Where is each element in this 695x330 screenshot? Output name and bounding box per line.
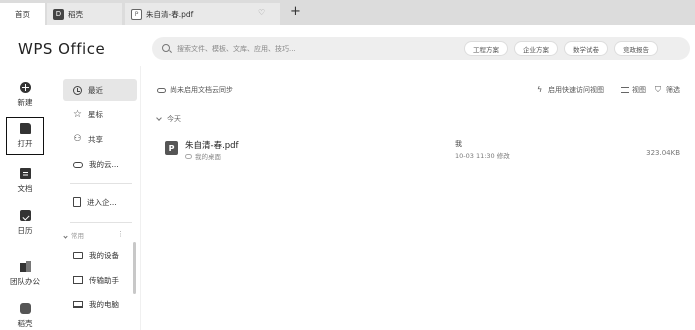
rail-new-label: 新建	[17, 98, 33, 107]
nav-enterprise-label: 进入企...	[87, 197, 117, 207]
search-chip[interactable]: 企业方案	[514, 41, 558, 56]
rail-open[interactable]: 打开	[6, 117, 44, 155]
tab-home[interactable]: 首页	[0, 3, 45, 25]
tab-pdf-label: 朱自清-春.pdf	[146, 9, 194, 19]
file-owner: 我	[455, 140, 462, 148]
nav-my-device-label: 我的设备	[89, 250, 119, 260]
quick-view-label: 启用快速访问视图	[548, 86, 604, 94]
filter-label: 筛选	[666, 86, 680, 94]
nav-my-computer[interactable]: 我的电脑	[63, 293, 137, 315]
cloud-icon	[73, 161, 83, 168]
search-chip[interactable]: 数学试卷	[564, 41, 608, 56]
pdf-file-icon: P	[165, 141, 178, 155]
common-group-label: 常用	[71, 232, 84, 240]
nav-recent-label: 最近	[88, 85, 103, 95]
file-location-label: 我的桌面	[195, 153, 221, 161]
cloud-icon	[185, 153, 192, 159]
file-row[interactable]: P 朱自清-春.pdf 我的桌面 我 10-03 11:30 修改 323.04…	[145, 130, 690, 166]
view-button[interactable]: 视图	[621, 85, 646, 95]
enterprise-icon	[73, 197, 81, 207]
team-icon	[19, 261, 31, 272]
nav-scrollbar[interactable]	[133, 242, 136, 294]
divider	[70, 183, 132, 184]
document-icon	[19, 168, 31, 179]
folder-icon	[19, 123, 31, 134]
search-chip[interactable]: 工程方案	[464, 41, 508, 56]
nav-shared[interactable]: ⚇ 共享	[63, 128, 137, 150]
common-group-header[interactable]: 常用	[63, 230, 84, 240]
search-bar[interactable]: 搜索文件、模板、文库、应用、技巧... 工程方案 企业方案 数学试卷 竞政报告	[152, 37, 690, 60]
tab-pdf-document[interactable]: P 朱自清-春.pdf ♡	[125, 3, 280, 25]
doke-icon: D	[53, 8, 64, 20]
filter-icon: ⛉	[655, 85, 661, 94]
nav-my-computer-label: 我的电脑	[89, 299, 119, 309]
star-icon: ☆	[73, 108, 82, 120]
search-chip[interactable]: 竞政报告	[614, 41, 658, 56]
file-modified: 10-03 11:30 修改	[455, 152, 510, 160]
quick-view-button[interactable]: ϟ 启用快速访问视图	[537, 85, 604, 95]
nav-my-cloud[interactable]: 我的云...	[63, 153, 137, 175]
rail-doke-label: 稻壳	[17, 319, 33, 328]
search-icon	[162, 44, 170, 52]
new-tab-button[interactable]: +	[290, 4, 301, 19]
share-icon: ⚇	[73, 133, 82, 144]
rail-open-label: 打开	[17, 139, 33, 148]
cloud-sync-label: 尚未启用文档云同步	[170, 86, 233, 94]
computer-icon	[73, 300, 83, 308]
divider	[70, 222, 132, 223]
nav-enterprise[interactable]: 进入企...	[63, 191, 137, 213]
more-icon[interactable]: ⋮	[117, 230, 124, 238]
chevron-down-icon	[63, 234, 68, 239]
rail-doke[interactable]: 稻壳	[4, 303, 46, 329]
tab-home-label: 首页	[15, 9, 30, 19]
doke-icon	[19, 303, 31, 314]
clock-icon	[73, 85, 82, 95]
device-icon	[73, 251, 83, 259]
plus-circle-icon	[19, 82, 31, 93]
nav-starred-label: 星标	[88, 109, 103, 119]
nav-shared-label: 共享	[88, 134, 103, 144]
rail-calendar-label: 日历	[17, 226, 33, 235]
filter-button[interactable]: ⛉ 筛选	[655, 85, 680, 95]
nav-recent[interactable]: 最近	[63, 79, 137, 101]
rail-docs[interactable]: 文档	[4, 168, 46, 194]
transfer-icon	[73, 276, 83, 284]
lightning-icon: ϟ	[537, 85, 543, 94]
group-today-header[interactable]: 今天	[156, 114, 181, 124]
view-label: 视图	[632, 86, 646, 94]
tab-doke[interactable]: D 稻壳	[47, 3, 122, 25]
list-view-icon	[621, 87, 629, 93]
rail-docs-label: 文档	[17, 184, 33, 193]
tab-bar: 首页 D 稻壳 P 朱自清-春.pdf ♡ +	[0, 0, 695, 25]
nav-transfer-label: 传输助手	[89, 275, 119, 285]
divider	[140, 66, 141, 330]
file-location: 我的桌面	[185, 151, 221, 161]
pdf-icon: P	[131, 8, 142, 20]
file-name[interactable]: 朱自清-春.pdf	[185, 139, 239, 151]
nav-transfer[interactable]: 传输助手	[63, 269, 137, 291]
cloud-icon	[157, 87, 166, 93]
nav-my-device[interactable]: 我的设备	[63, 244, 137, 266]
calendar-icon	[19, 210, 31, 221]
group-today-label: 今天	[167, 115, 181, 123]
cloud-sync-notice[interactable]: 尚未启用文档云同步	[157, 85, 233, 95]
nav-my-cloud-label: 我的云...	[89, 159, 119, 169]
rail-team-label: 团队办公	[10, 277, 40, 286]
rail-new[interactable]: 新建	[4, 82, 46, 108]
chevron-down-icon	[156, 115, 162, 121]
rail-calendar[interactable]: 日历	[4, 210, 46, 236]
wps-logo: WPS Office	[18, 40, 106, 58]
rail-team[interactable]: 团队办公	[4, 261, 46, 287]
nav-starred[interactable]: ☆ 星标	[63, 103, 137, 125]
search-input[interactable]: 搜索文件、模板、文库、应用、技巧...	[177, 44, 296, 54]
file-size: 323.04KB	[646, 149, 680, 157]
heart-icon[interactable]: ♡	[258, 8, 265, 17]
tab-doke-label: 稻壳	[68, 9, 83, 19]
